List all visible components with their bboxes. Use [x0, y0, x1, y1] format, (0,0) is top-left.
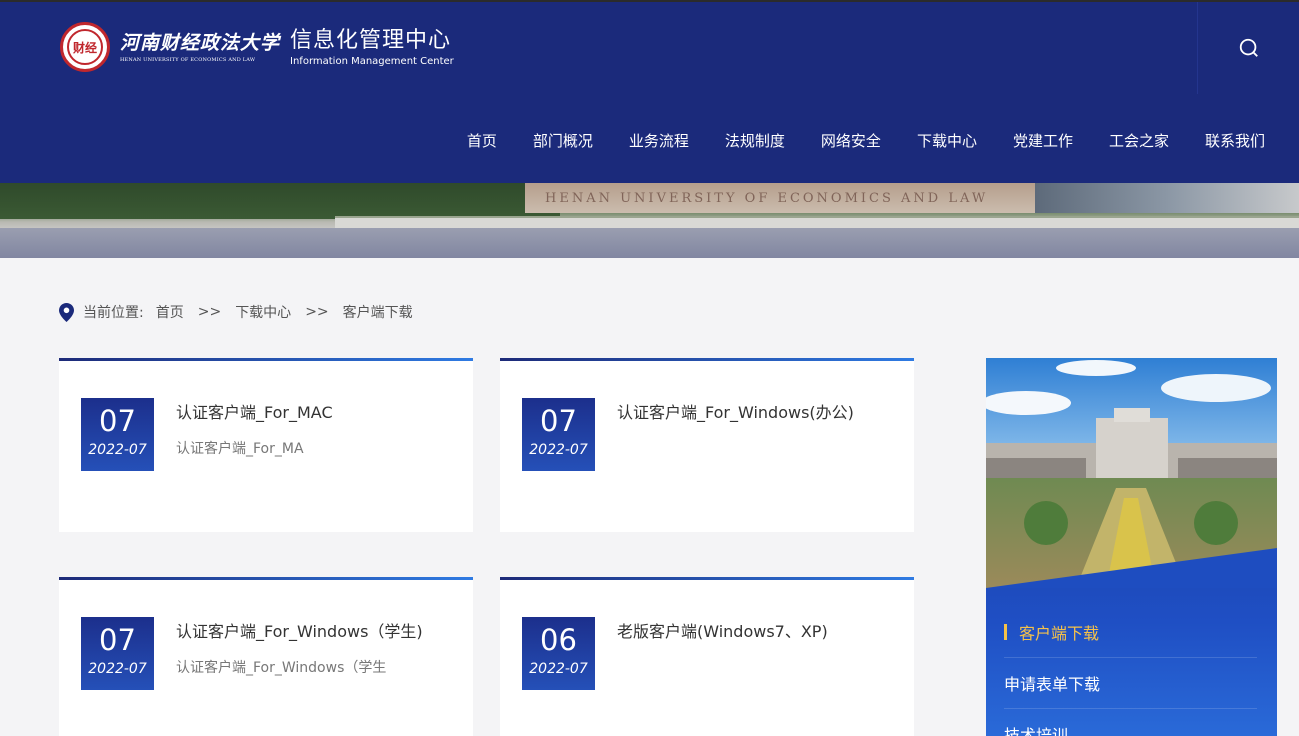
date-year-month: 2022-07 [529, 442, 588, 458]
card-title[interactable]: 老版客户端(Windows7、XP) [617, 618, 828, 642]
date-year-month: 2022-07 [88, 442, 147, 458]
date-day: 06 [540, 623, 577, 657]
date-badge: 07 2022-07 [81, 617, 154, 690]
nav-item-process[interactable]: 业务流程 [629, 130, 689, 151]
breadcrumb-current: 客户端下载 [342, 305, 413, 321]
banner-image: HENAN UNIVERSITY OF ECONOMICS AND LAW [0, 183, 1299, 258]
nav-item-contact[interactable]: 联系我们 [1205, 130, 1265, 151]
breadcrumb-home[interactable]: 首页 [156, 302, 184, 322]
center-name-en: Information Management Center [290, 55, 454, 67]
nav-item-about[interactable]: 部门概况 [533, 130, 593, 151]
date-day: 07 [99, 623, 136, 657]
university-name-en: HENAN UNIVERSITY OF ECONOMICS AND LAW [120, 56, 256, 63]
nav-item-regulations[interactable]: 法规制度 [725, 130, 785, 151]
date-badge: 07 2022-07 [81, 398, 154, 471]
nav-item-security[interactable]: 网络安全 [821, 130, 881, 151]
nav-item-union[interactable]: 工会之家 [1109, 130, 1169, 151]
main-nav: 首页 部门概况 业务流程 法规制度 网络安全 下载中心 党建工作 工会之家 联系… [431, 130, 1265, 151]
nav-item-party[interactable]: 党建工作 [1013, 130, 1073, 151]
sidebar: 客户端下载 申请表单下载 技术培训 [986, 358, 1277, 736]
breadcrumb-downloads[interactable]: 下载中心 [235, 302, 291, 322]
breadcrumb-separator: >> [305, 304, 329, 320]
university-seal-icon: 财经 [60, 22, 110, 72]
site-logo[interactable]: 财经 河南财经政法大学 HENAN UNIVERSITY OF ECONOMIC… [60, 22, 454, 72]
sidebar-item-form-download[interactable]: 申请表单下载 [1004, 658, 1257, 709]
sidebar-item-client-download[interactable]: 客户端下载 [1004, 607, 1257, 658]
download-card[interactable]: 07 2022-07 认证客户端_For_MAC 认证客户端_For_MA [59, 358, 473, 532]
nav-item-downloads[interactable]: 下载中心 [917, 130, 977, 151]
date-year-month: 2022-07 [88, 661, 147, 677]
breadcrumb-label: 当前位置: [83, 305, 144, 321]
download-card[interactable]: 06 2022-07 老版客户端(Windows7、XP) [500, 577, 914, 736]
card-title[interactable]: 认证客户端_For_MAC [176, 399, 333, 423]
sidebar-menu: 客户端下载 申请表单下载 技术培训 [1004, 607, 1257, 736]
breadcrumb-separator: >> [197, 304, 222, 320]
active-marker [1004, 624, 1007, 640]
card-title[interactable]: 认证客户端_For_Windows（学生) [176, 618, 423, 642]
card-summary: 认证客户端_For_MA [176, 441, 304, 457]
card-summary: 认证客户端_For_Windows（学生 [176, 660, 387, 676]
download-card[interactable]: 07 2022-07 认证客户端_For_Windows(办公) [500, 358, 914, 532]
download-card[interactable]: 07 2022-07 认证客户端_For_Windows（学生) 认证客户端_F… [59, 577, 473, 736]
search-icon [1239, 38, 1258, 57]
date-badge: 07 2022-07 [522, 398, 595, 471]
card-title[interactable]: 认证客户端_For_Windows(办公) [617, 399, 854, 423]
date-day: 07 [99, 404, 136, 438]
university-name-cn: 河南财经政法大学 [120, 31, 281, 54]
breadcrumb: 当前位置: 首页 >> 下载中心 >> 客户端下载 [59, 302, 413, 322]
center-name-cn: 信息化管理中心 [290, 27, 452, 53]
date-badge: 06 2022-07 [522, 617, 595, 690]
location-pin-icon [59, 302, 74, 322]
search-button[interactable] [1197, 2, 1299, 94]
date-year-month: 2022-07 [529, 661, 588, 677]
date-day: 07 [540, 404, 577, 438]
university-name: 河南财经政法大学 HENAN UNIVERSITY OF ECONOMICS A… [120, 32, 280, 63]
site-header: 财经 河南财经政法大学 HENAN UNIVERSITY OF ECONOMIC… [0, 0, 1299, 183]
nav-item-home[interactable]: 首页 [467, 130, 497, 151]
center-name: 信息化管理中心 Information Management Center [290, 28, 454, 67]
sidebar-item-training[interactable]: 技术培训 [1004, 709, 1257, 736]
campus-photo [986, 358, 1277, 588]
banner-wall-text: HENAN UNIVERSITY OF ECONOMICS AND LAW [545, 191, 989, 206]
